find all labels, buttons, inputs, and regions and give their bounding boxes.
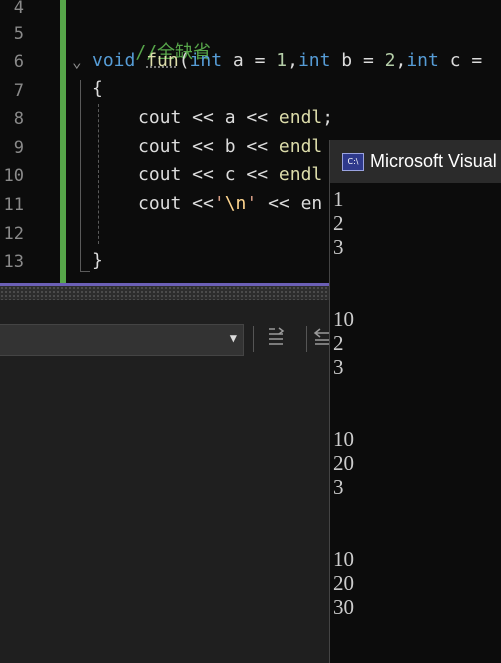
toolbar-separator — [253, 326, 254, 352]
line-number: 11 — [3, 195, 24, 215]
output-source-dropdown[interactable]: ▼ — [0, 324, 244, 356]
output-line: 3 — [333, 355, 344, 379]
output-line: 10 — [333, 307, 354, 331]
semicolon: ; — [322, 107, 334, 128]
find-message-icon[interactable] — [264, 326, 288, 352]
pane-splitter[interactable] — [0, 286, 330, 300]
keyword: void — [92, 50, 136, 71]
line-number: 13 — [3, 252, 24, 272]
line-number: 10 — [3, 166, 24, 186]
char-quote: ' — [213, 193, 225, 214]
code-text: , — [395, 50, 407, 71]
console-output: 1 2 3 10 2 3 10 20 3 10 20 30 — [333, 187, 498, 619]
line-number: 9 — [13, 138, 24, 158]
code-text: cout << b << — [138, 136, 279, 157]
output-pane[interactable] — [0, 358, 330, 663]
code-line: cout << b << endl — [138, 136, 322, 158]
change-tracking-bar — [60, 0, 66, 283]
code-text: , — [287, 50, 298, 71]
output-line: 30 — [333, 595, 354, 619]
code-text: b = — [330, 50, 385, 71]
output-line: 20 — [333, 451, 354, 475]
line-number: 12 — [3, 224, 24, 244]
number-literal: 1 — [276, 50, 288, 71]
code-text: c = — [438, 50, 483, 71]
toolbar-separator — [306, 326, 307, 352]
line-number: 5 — [13, 24, 24, 44]
output-toolbar: ▼ — [0, 300, 330, 358]
console-title: Microsoft Visual — [370, 151, 497, 171]
console-title-bar[interactable]: C:\ Microsoft Visual — [330, 140, 501, 183]
console-app-icon: C:\ — [342, 153, 364, 171]
code-line: cout << c << endl — [138, 164, 322, 186]
brace: } — [92, 250, 103, 271]
identifier: endl — [278, 136, 323, 157]
code-text: cout << c << — [138, 164, 279, 185]
code-line: { — [92, 78, 103, 100]
code-line: cout << a << endl; — [138, 107, 333, 129]
console-window[interactable]: C:\ Microsoft Visual 1 2 3 10 2 3 10 20 … — [329, 140, 501, 663]
output-line: 10 — [333, 547, 354, 571]
output-line: 2 — [333, 211, 344, 235]
keyword: int — [189, 50, 223, 71]
fold-chevron-icon[interactable]: ⌄ — [72, 52, 82, 71]
line-number: 6 — [13, 52, 24, 72]
output-line: 2 — [333, 331, 344, 355]
keyword: int — [297, 50, 331, 71]
code-line: } — [92, 250, 103, 272]
code-text: << en — [257, 193, 323, 214]
code-text: cout << — [138, 193, 214, 214]
line-number: 4 — [13, 0, 24, 18]
line-number-gutter: 4 5 6 7 8 9 10 11 12 13 — [0, 0, 60, 283]
output-line: 1 — [333, 187, 344, 211]
paren: ( — [178, 50, 190, 71]
brace: { — [92, 78, 103, 99]
identifier: endl — [278, 164, 323, 185]
indent-guide — [98, 104, 99, 244]
chevron-down-icon: ▼ — [229, 331, 237, 345]
code-text: a = — [222, 50, 277, 71]
code-text: cout << a << — [138, 107, 279, 128]
keyword: int — [406, 50, 439, 71]
function-name: fun — [146, 50, 179, 71]
scope-guide-end — [80, 271, 90, 272]
number-literal: 2 — [384, 50, 396, 71]
identifier: endl — [278, 107, 323, 128]
escape-sequence: \n — [224, 193, 247, 214]
word-wrap-icon[interactable] — [312, 326, 330, 352]
line-number: 7 — [13, 81, 24, 101]
line-number: 8 — [13, 109, 24, 129]
output-line: 10 — [333, 427, 354, 451]
output-line: 3 — [333, 235, 344, 259]
output-line: 20 — [333, 571, 354, 595]
code-line: void fun(int a = 1,int b = 2,int c = — [92, 50, 482, 72]
scope-guide — [80, 80, 81, 272]
char-quote: ' — [246, 193, 258, 214]
output-line: 3 — [333, 475, 344, 499]
code-line: cout <<'\n' << en — [138, 193, 322, 215]
